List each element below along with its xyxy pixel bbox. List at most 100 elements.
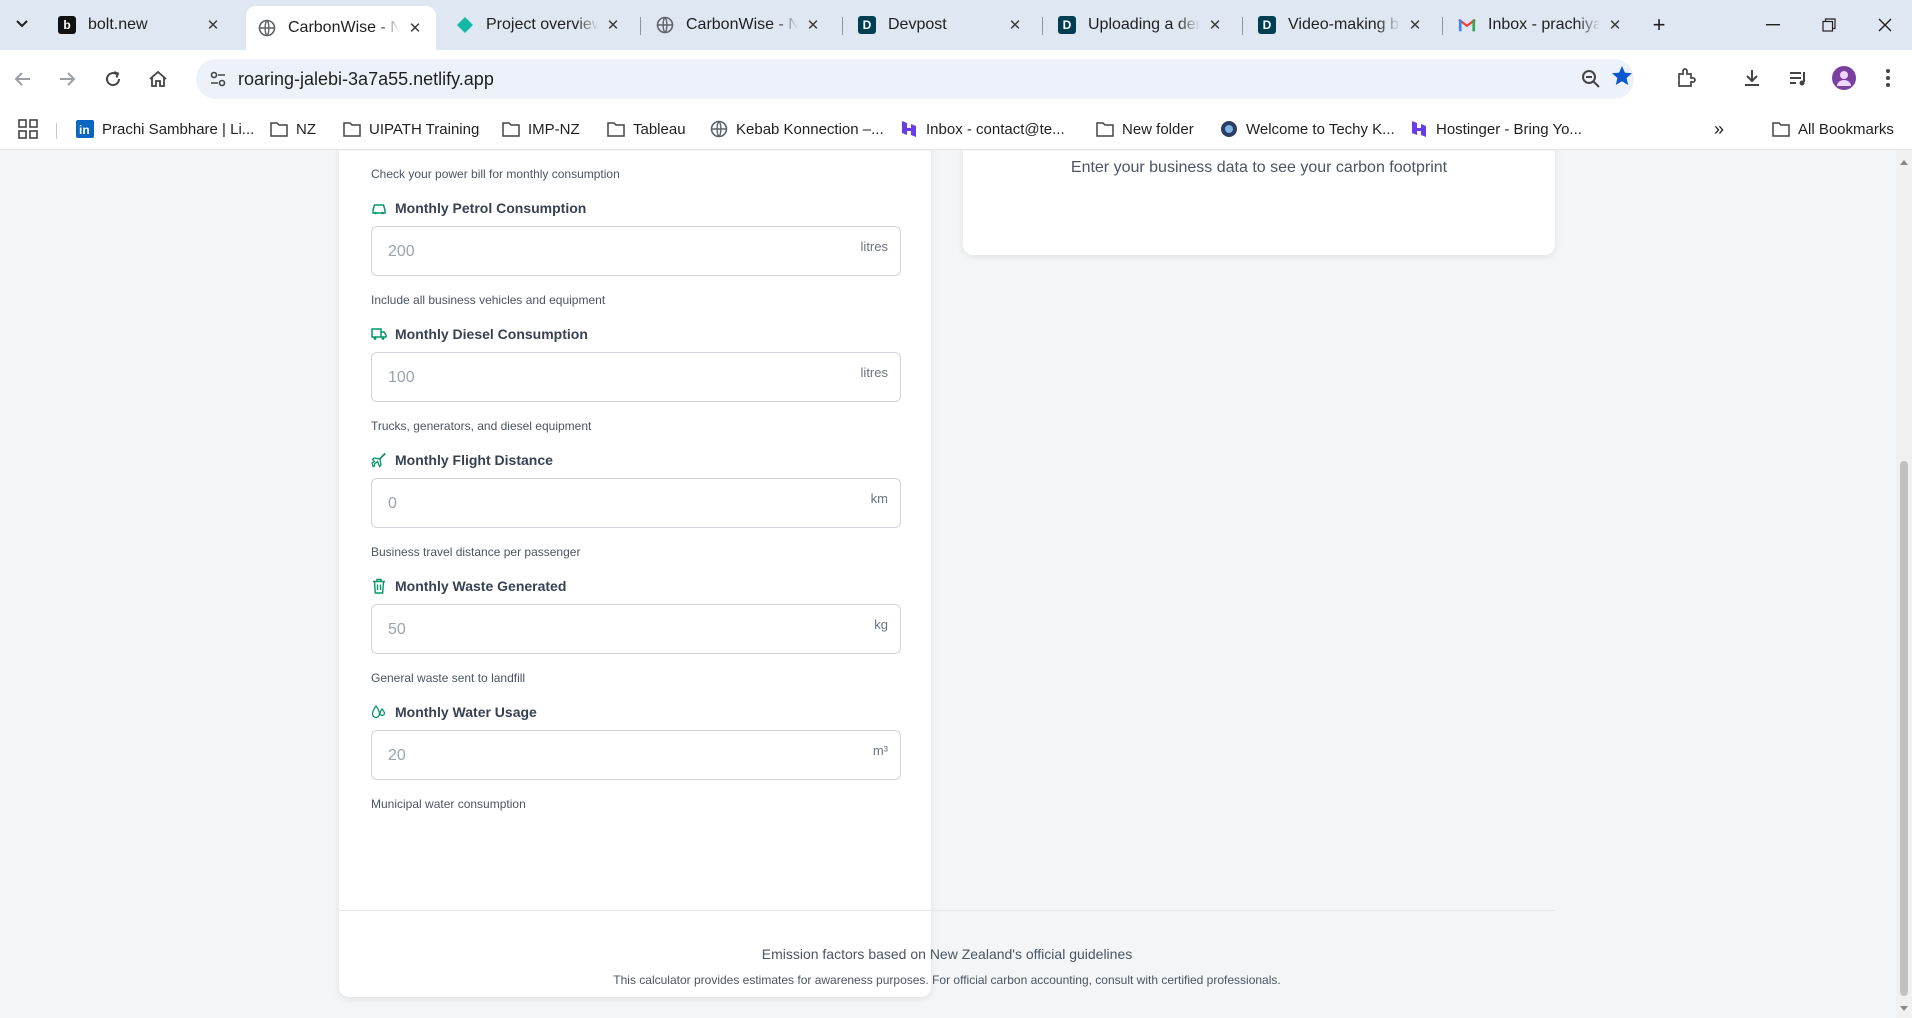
- close-icon[interactable]: ✕: [406, 19, 424, 37]
- bookmarks-bar: in Prachi Sambhare | Li... NZ UIPATH Tra…: [0, 108, 1912, 150]
- bookmark-label: Welcome to Techy K...: [1246, 120, 1395, 138]
- bolt-logo-icon: b: [58, 16, 76, 34]
- back-button[interactable]: [8, 64, 38, 94]
- minimize-button[interactable]: [1760, 12, 1786, 38]
- devpost-logo-icon: D: [1058, 16, 1076, 34]
- footer-divider: [339, 910, 1555, 911]
- close-window-button[interactable]: [1872, 12, 1898, 38]
- tab-carbonwise[interactable]: CarbonWise - NZ ✕: [644, 6, 834, 44]
- bookmark-kebab[interactable]: Kebab Konnection –...: [710, 117, 884, 141]
- forward-button[interactable]: [52, 64, 82, 94]
- apps-button[interactable]: [18, 117, 38, 141]
- close-icon[interactable]: ✕: [204, 16, 222, 34]
- close-icon[interactable]: ✕: [604, 16, 622, 34]
- results-card: Enter your business data to see your car…: [963, 151, 1555, 255]
- home-button[interactable]: [143, 64, 173, 94]
- tab-separator: [1442, 17, 1443, 35]
- zoom-icon[interactable]: [1580, 68, 1604, 92]
- folder-icon: [343, 120, 361, 138]
- url-text: roaring-jalebi-3a7a55.netlify.app: [238, 69, 494, 89]
- bookmark-techy[interactable]: Welcome to Techy K...: [1220, 117, 1395, 141]
- field-hint: Check your power bill for monthly consum…: [371, 167, 620, 181]
- scroll-up-arrow-icon[interactable]: [1899, 157, 1909, 167]
- close-icon[interactable]: ✕: [804, 16, 822, 34]
- page-scrollbar[interactable]: [1896, 151, 1912, 1018]
- devpost-logo-icon: D: [1258, 16, 1276, 34]
- bookmark-star-icon[interactable]: [1610, 64, 1638, 92]
- waste-input[interactable]: 50 kg: [371, 604, 901, 654]
- scroll-down-arrow-icon[interactable]: [1899, 1004, 1909, 1014]
- unit-label: litres: [860, 365, 888, 380]
- bookmark-new-folder[interactable]: New folder: [1096, 117, 1194, 141]
- empty-state-message: Enter your business data to see your car…: [1070, 159, 1448, 176]
- waste-label: Monthly Waste Generated: [371, 578, 566, 594]
- close-icon[interactable]: ✕: [1606, 16, 1624, 34]
- more-bookmarks-button[interactable]: »: [1714, 117, 1724, 141]
- bookmark-separator: [56, 123, 57, 139]
- bookmark-nz[interactable]: NZ: [270, 117, 316, 141]
- download-icon[interactable]: [1738, 64, 1766, 92]
- input-placeholder: 100: [388, 369, 415, 386]
- petrol-input[interactable]: 200 litres: [371, 226, 901, 276]
- unit-label: km: [870, 491, 888, 506]
- close-icon[interactable]: ✕: [1206, 16, 1224, 34]
- bookmark-hostinger[interactable]: Hostinger - Bring Yo...: [1410, 117, 1582, 141]
- all-bookmarks-button[interactable]: All Bookmarks: [1772, 117, 1894, 141]
- restore-button[interactable]: [1816, 12, 1842, 38]
- diesel-input[interactable]: 100 litres: [371, 352, 901, 402]
- hostinger-icon: [900, 120, 918, 138]
- page-viewport: Check your power bill for monthly consum…: [0, 151, 1896, 1018]
- plane-icon: [371, 452, 387, 468]
- tab-devpost[interactable]: D Devpost ✕: [846, 6, 1036, 44]
- bookmark-label: Prachi Sambhare | Li...: [102, 120, 255, 138]
- bookmark-label: Hostinger - Bring Yo...: [1436, 120, 1582, 138]
- field-hint: General waste sent to landfill: [371, 671, 526, 685]
- bookmark-tableau[interactable]: Tableau: [607, 117, 686, 141]
- unit-label: m³: [872, 743, 888, 758]
- tab-carbonwise-active[interactable]: CarbonWise - NZ ✕: [246, 6, 436, 50]
- avatar[interactable]: [1830, 64, 1858, 92]
- unit-label: kg: [874, 617, 888, 632]
- close-icon[interactable]: ✕: [1006, 16, 1024, 34]
- field-hint: Trucks, generators, and diesel equipment: [371, 419, 592, 433]
- site-info-icon[interactable]: [206, 67, 230, 91]
- tab-search-button[interactable]: [8, 10, 36, 38]
- double-chevron-right-icon: »: [1714, 118, 1725, 139]
- new-tab-button[interactable]: +: [1646, 12, 1672, 38]
- bookmark-label: New folder: [1122, 120, 1194, 138]
- bookmark-inbox-contact[interactable]: Inbox - contact@te...: [900, 117, 1065, 141]
- truck-icon: [371, 326, 387, 342]
- scroll-thumb[interactable]: [1900, 461, 1908, 996]
- car-icon: [371, 200, 387, 216]
- linkedin-icon: in: [76, 120, 94, 138]
- trash-icon: [371, 578, 387, 594]
- media-control-icon[interactable]: [1784, 64, 1812, 92]
- close-icon[interactable]: ✕: [1406, 16, 1424, 34]
- flight-input[interactable]: 0 km: [371, 478, 901, 528]
- globe-icon: [710, 120, 728, 138]
- tab-uploading-demo[interactable]: D Uploading a demo ✕: [1046, 6, 1236, 44]
- folder-icon: [1772, 120, 1790, 138]
- hostinger-icon: [1410, 120, 1428, 138]
- bookmark-label: UIPATH Training: [369, 120, 480, 138]
- tab-inbox[interactable]: Inbox - prachiya ✕: [1446, 6, 1636, 44]
- water-input[interactable]: 20 m³: [371, 730, 901, 780]
- globe-icon: [656, 16, 674, 34]
- bookmark-imp-nz[interactable]: IMP-NZ: [502, 117, 580, 141]
- tab-bolt-new[interactable]: b bolt.new ✕: [46, 6, 234, 44]
- bookmark-linkedin[interactable]: in Prachi Sambhare | Li...: [76, 117, 254, 141]
- diesel-label: Monthly Diesel Consumption: [371, 326, 588, 342]
- bookmark-label: Inbox - contact@te...: [926, 120, 1065, 138]
- address-bar[interactable]: roaring-jalebi-3a7a55.netlify.app: [196, 59, 1634, 99]
- bookmark-label: Kebab Konnection –...: [736, 120, 884, 138]
- extensions-icon[interactable]: [1672, 64, 1700, 92]
- reload-icon: [106, 71, 121, 87]
- chevron-down-icon: [16, 20, 28, 28]
- field-label-text: Monthly Water Usage: [395, 704, 537, 720]
- tab-title: Inbox - prachiya: [1488, 16, 1600, 33]
- browser-menu-icon[interactable]: [1874, 64, 1902, 92]
- tab-project-overview[interactable]: Project overview ✕: [444, 6, 634, 44]
- tab-video-making[interactable]: D Video-making be ✕: [1246, 6, 1436, 44]
- reload-button[interactable]: [98, 64, 128, 94]
- bookmark-uipath[interactable]: UIPATH Training: [343, 117, 479, 141]
